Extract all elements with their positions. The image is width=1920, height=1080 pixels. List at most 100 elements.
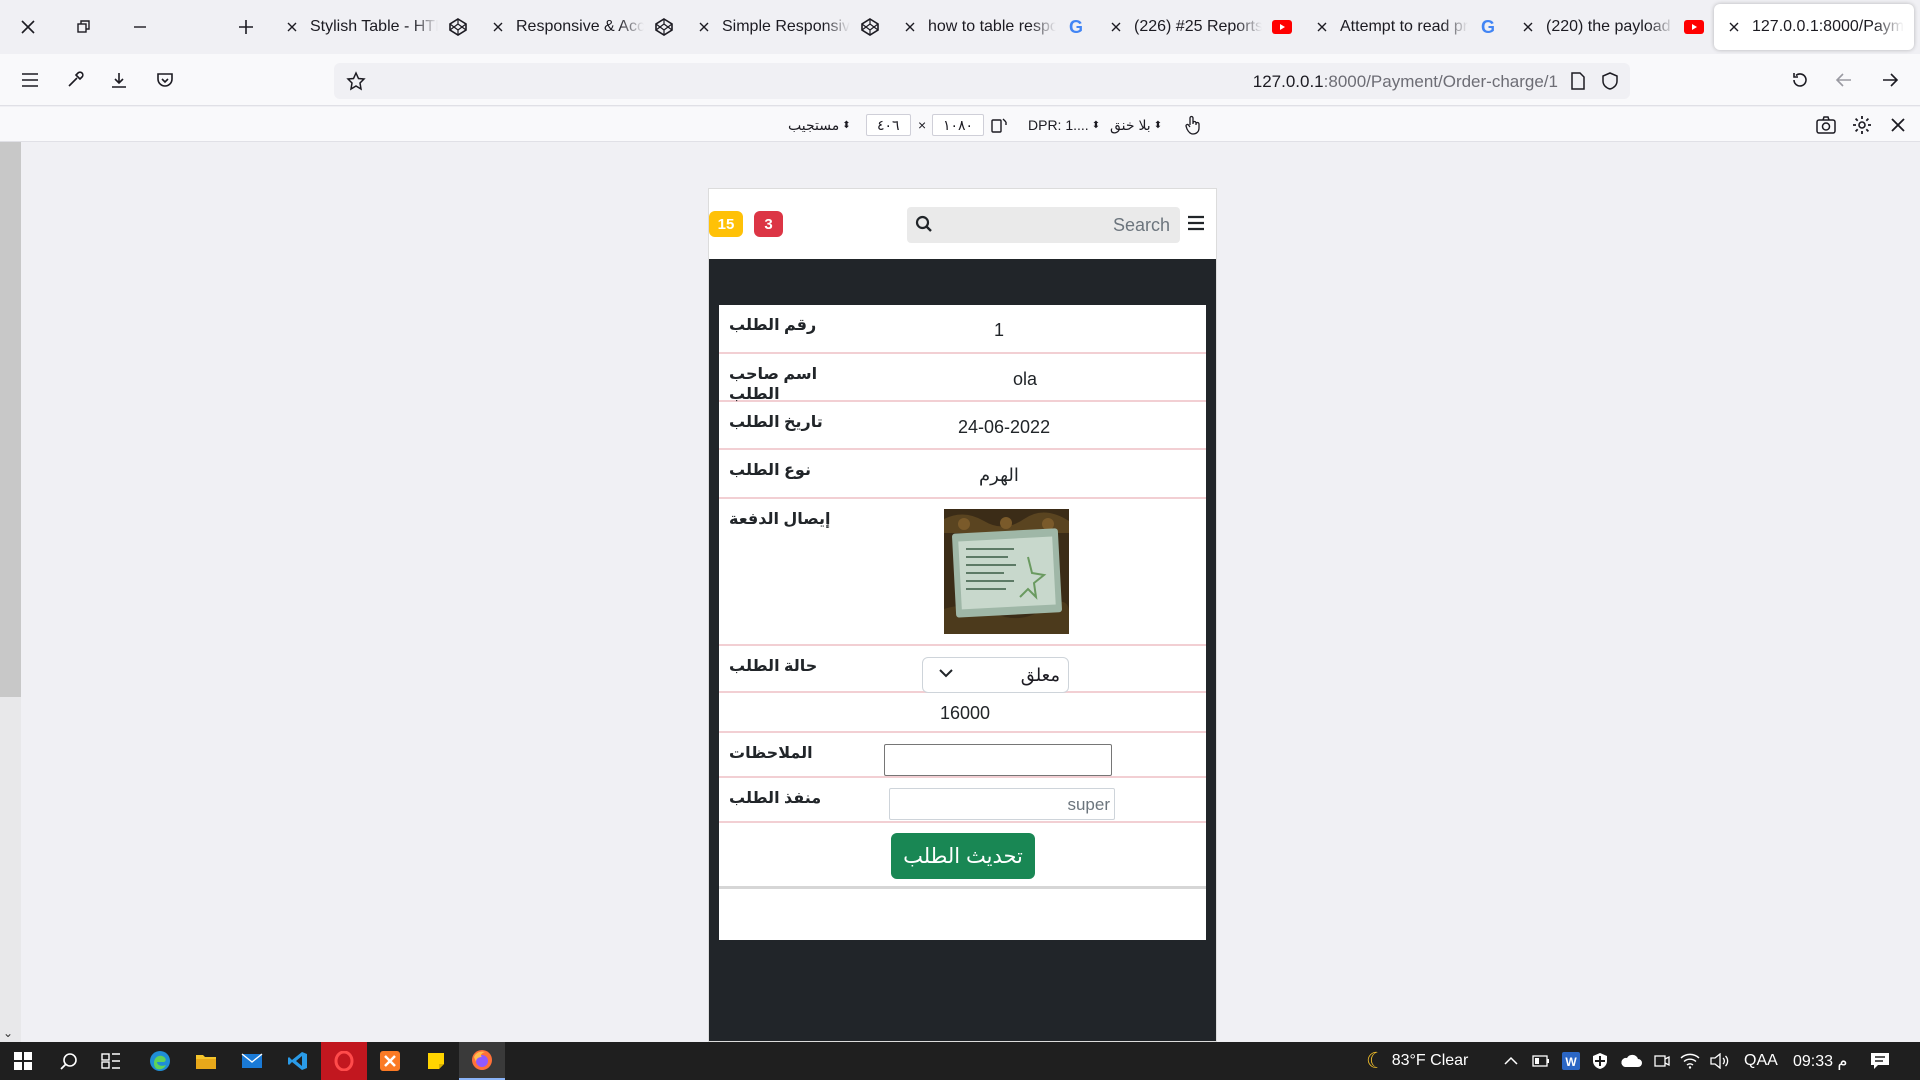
file-explorer-icon[interactable] [183,1042,229,1080]
height-value[interactable]: ١٠٨٠ [932,114,985,136]
dpr-selector[interactable]: DPR: 1.... ⬍ [1028,114,1100,136]
scroll-down-arrow-icon[interactable]: ⌄ [3,1026,13,1040]
order-status-row: حالة الطلب معلق [719,646,1206,693]
menu-icon[interactable] [14,64,46,96]
url-bar[interactable]: 127.0.0.1:8000/Payment/Order-charge/1 [334,63,1630,99]
order-status-label: حالة الطلب [729,658,818,675]
close-tab-icon[interactable] [1520,19,1536,35]
xampp-icon[interactable] [367,1042,413,1080]
rotate-icon[interactable] [990,114,1008,136]
close-tab-icon[interactable] [284,19,300,35]
notes-input[interactable] [884,744,1112,776]
settings-gear-icon[interactable] [1852,114,1872,136]
tab-responsive-accessible[interactable]: Responsive & Accessible [478,4,684,50]
volume-icon[interactable] [1710,1042,1730,1080]
executor-label: منفذ الطلب [729,790,822,807]
order-number-value: 1 [994,320,1005,340]
order-date-value: 24-06-2022 [958,417,1051,437]
tab-payment-active[interactable]: 127.0.0.1:8000/Payment [1714,4,1914,50]
close-tab-icon[interactable] [696,19,712,35]
search-box[interactable]: Search [907,207,1180,243]
responsive-viewport: ⌄ 15 3 Search رقم الطلب 1 اسم صاحب الطلب [0,142,1920,1042]
notifications-icon[interactable] [1870,1042,1890,1080]
screenshot-icon[interactable] [1816,114,1836,136]
vscode-icon[interactable] [275,1042,321,1080]
youtube-icon [1684,17,1704,37]
order-status-select[interactable]: معلق [922,657,1069,693]
weather-widget[interactable]: ☾ 83°F Clear [1366,1042,1468,1080]
tab-payload-video[interactable]: (220) the payload i [1508,4,1714,50]
restore-window-icon[interactable] [56,0,112,54]
chevron-down-icon [939,668,953,678]
close-tab-icon[interactable] [1314,19,1330,35]
word-icon[interactable]: W [1562,1042,1580,1080]
close-tab-icon[interactable] [1108,19,1124,35]
scrollbar-thumb[interactable] [0,142,21,697]
dpr-label: DPR: 1.... [1028,117,1089,133]
tab-stylish-table[interactable]: Stylish Table - HTML [272,4,478,50]
tab-simple-responsive[interactable]: Simple Responsive [684,4,890,50]
hamburger-menu-icon[interactable] [1187,215,1205,231]
close-rdm-icon[interactable] [1890,114,1906,136]
search-icon[interactable] [915,215,933,233]
opera-icon[interactable] [321,1042,367,1080]
show-hidden-icons-icon[interactable] [1504,1042,1518,1080]
download-icon[interactable] [103,64,135,96]
new-tab-button[interactable] [218,0,274,54]
close-tab-icon[interactable] [902,19,918,35]
url-text[interactable]: 127.0.0.1:8000/Payment/Order-charge/1 [1253,72,1558,92]
pocket-icon[interactable] [149,64,181,96]
back-arrow-icon[interactable] [1828,64,1860,96]
notification-badge-yellow[interactable]: 15 [709,211,743,237]
minimize-window-icon[interactable] [112,0,168,54]
wifi-icon[interactable] [1680,1042,1700,1080]
codepen-icon [448,17,468,37]
forward-arrow-icon[interactable] [1874,64,1906,96]
url-host: 127.0.0.1 [1252,72,1324,91]
eyedropper-icon[interactable] [59,64,91,96]
close-window-icon[interactable] [0,0,56,54]
close-tab-icon[interactable] [1726,19,1742,35]
tab-title: Responsive & Accessible [516,18,644,35]
input-language[interactable]: QAA [1744,1042,1778,1080]
task-view-icon[interactable] [88,1042,134,1080]
battery-icon[interactable] [1532,1042,1550,1080]
search-icon[interactable] [46,1042,92,1080]
firefox-icon[interactable] [459,1042,505,1080]
throttle-selector[interactable]: بلا خنق ⬍ [1110,114,1162,136]
mail-icon[interactable] [229,1042,275,1080]
executor-input[interactable]: super [889,788,1115,820]
reload-icon[interactable] [1784,64,1816,96]
close-tab-icon[interactable] [490,19,506,35]
tab-reports-video[interactable]: (226) #25 Reports [1096,4,1302,50]
security-shield-icon[interactable] [1592,1042,1608,1080]
tab-title: (220) the payload i [1546,18,1674,35]
page-icon[interactable] [1562,65,1594,97]
tab-attempt-to-read[interactable]: Attempt to read pr G [1302,4,1508,50]
width-value[interactable]: ٤٠٦ [866,114,911,136]
payment-receipt-row: إيصال الدفعة [719,499,1206,646]
update-order-button[interactable]: تحديث الطلب [891,833,1035,879]
bookmark-star-icon[interactable] [340,65,372,97]
google-icon: G [1068,16,1083,37]
codepen-icon [654,17,674,37]
notification-badge-red[interactable]: 3 [754,211,783,237]
onedrive-cloud-icon[interactable] [1620,1042,1642,1080]
notes-label: الملاحظات [729,745,813,762]
device-selector[interactable]: مستجيب ⬍ [788,114,851,136]
touch-simulation-icon[interactable] [1184,114,1202,136]
windows-start-icon[interactable] [0,1042,46,1080]
throttle-label: بلا خنق [1110,116,1151,133]
payment-receipt-image[interactable] [944,509,1069,634]
url-path: :8000/Payment/Order-charge/1 [1323,72,1558,91]
meet-now-icon[interactable] [1654,1042,1670,1080]
width-input[interactable]: ٤٠٦ [866,114,911,136]
viewport-scrollbar[interactable]: ⌄ [0,142,21,1042]
clock[interactable]: 09:33 م [1793,1042,1847,1080]
search-input[interactable]: Search [1113,215,1170,236]
sticky-notes-icon[interactable] [413,1042,459,1080]
height-input[interactable]: ١٠٨٠ [932,114,985,136]
edge-browser-icon[interactable] [137,1042,183,1080]
tab-table-responsive-search[interactable]: how to table responsive G [890,4,1096,50]
shield-icon[interactable] [1594,65,1626,97]
